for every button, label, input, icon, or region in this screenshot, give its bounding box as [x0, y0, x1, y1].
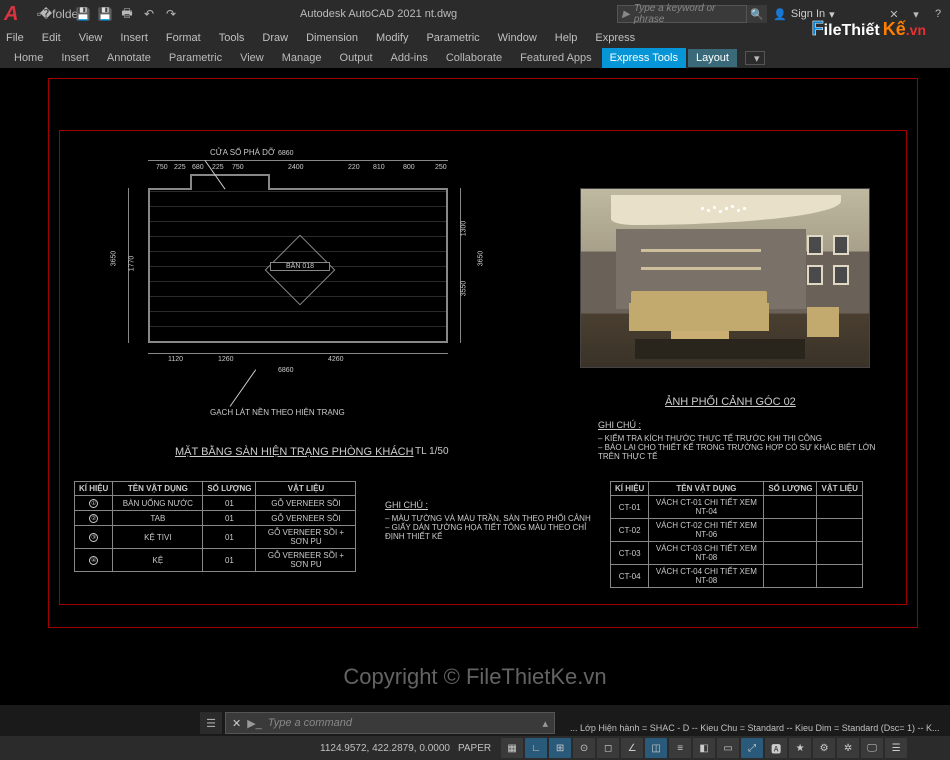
grid-icon[interactable]: ▦: [501, 738, 523, 758]
menu-format[interactable]: Format: [166, 32, 201, 44]
search-input[interactable]: ▶Type a keyword or phrase: [617, 5, 747, 23]
menu-help[interactable]: Help: [555, 32, 578, 44]
ribbon-tabs: Home Insert Annotate Parametric View Man…: [0, 48, 950, 68]
3dosnap-icon[interactable]: ∠: [621, 738, 643, 758]
menu-window[interactable]: Window: [498, 32, 537, 44]
tab-collaborate[interactable]: Collaborate: [438, 52, 510, 64]
otrack-icon[interactable]: ◫: [645, 738, 667, 758]
drawing-title: MẶT BẰNG SÀN HIỆN TRẠNG PHÒNG KHÁCH: [175, 446, 414, 458]
open-icon[interactable]: �folder: [52, 5, 70, 23]
transparency-icon[interactable]: ◧: [693, 738, 715, 758]
menu-dimension[interactable]: Dimension: [306, 32, 358, 44]
table-row: ④KỆ01GỖ VERNEER SỒI + SƠN PU: [75, 549, 356, 572]
menu-draw[interactable]: Draw: [262, 32, 288, 44]
notes-right: GHI CHÚ : – KIỂM TRA KÍCH THƯỚC THỰC TẾ …: [598, 420, 898, 461]
notes-mid: GHI CHÚ : – MÀU TƯỜNG VÀ MÀU TRẦN, SÀN T…: [385, 500, 605, 541]
saveas-icon[interactable]: 💾: [96, 5, 114, 23]
menu-tools[interactable]: Tools: [219, 32, 245, 44]
table-row: ①BÀN UỐNG NƯỚC01GỖ VERNEER SỒI: [75, 496, 356, 511]
customize-icon[interactable]: ☰: [885, 738, 907, 758]
table-row: CT-02VÁCH CT-02 CHI TIẾT XEM NT-06: [611, 519, 863, 542]
dim-value: 6860: [278, 150, 294, 157]
schedule-table-right: KÍ HIỆUTÊN VẬT DỤNGSỐ LƯỢNGVẬT LIỆU CT-0…: [610, 481, 863, 588]
redo-icon[interactable]: ↷: [162, 5, 180, 23]
drawing-scale: TL 1/50: [415, 446, 449, 457]
table-row: ②TAB01GỖ VERNEER SỒI: [75, 511, 356, 526]
tab-output[interactable]: Output: [332, 52, 381, 64]
leader-tile: GẠCH LÁT NỀN THEO HIỆN TRẠNG: [210, 408, 345, 417]
tab-featured-apps[interactable]: Featured Apps: [512, 52, 600, 64]
menu-edit[interactable]: Edit: [42, 32, 61, 44]
tab-home[interactable]: Home: [6, 52, 51, 64]
table-row: ③KỆ TIVI01GỖ VERNEER SỒI + SƠN PU: [75, 526, 356, 549]
menu-insert[interactable]: Insert: [120, 32, 148, 44]
status-toggles: ▦ ∟ ⊞ ⊙ ◻ ∠ ◫ ≡ ◧ ▭ ⤢ 🅰 ★ ⚙ ✲ 🖵 ☰: [501, 738, 907, 758]
monitor-icon[interactable]: 🖵: [861, 738, 883, 758]
leader-window: CỬA SỔ PHÁ DỠ: [210, 148, 275, 157]
user-icon: 👤: [773, 8, 787, 21]
workspace-icon[interactable]: ✲: [837, 738, 859, 758]
osnap-icon[interactable]: ◻: [597, 738, 619, 758]
help-icon[interactable]: ?: [930, 6, 946, 22]
tab-manage[interactable]: Manage: [274, 52, 330, 64]
anno-icon[interactable]: 🅰: [765, 738, 787, 758]
menu-express[interactable]: Express: [595, 32, 635, 44]
table-row: CT-01VÁCH CT-01 CHI TIẾT XEM NT-04: [611, 496, 863, 519]
save-icon[interactable]: 💾: [74, 5, 92, 23]
menu-parametric[interactable]: Parametric: [426, 32, 479, 44]
snap-icon[interactable]: ∟: [525, 738, 547, 758]
render-preview: [580, 188, 870, 368]
command-input[interactable]: Type a command: [268, 717, 543, 729]
ortho-icon[interactable]: ⊞: [549, 738, 571, 758]
ribbon-dropdown-icon[interactable]: ▾: [745, 51, 765, 65]
tab-insert[interactable]: Insert: [53, 52, 97, 64]
floor-plan: BÀN 018 6860 750 225 680 225 750 2400 22…: [138, 170, 458, 360]
drawing-canvas[interactable]: BÀN 018 6860 750 225 680 225 750 2400 22…: [0, 68, 950, 705]
undo-icon[interactable]: ↶: [140, 5, 158, 23]
app-title: Autodesk AutoCAD 2021 nt.dwg: [300, 8, 457, 20]
tab-view[interactable]: View: [232, 52, 272, 64]
scale-icon[interactable]: ⤢: [741, 738, 763, 758]
tab-annotate[interactable]: Annotate: [99, 52, 159, 64]
layer-status-text: ... Lớp Hiện hành = SHAC - D -- Kieu Chu…: [570, 723, 942, 733]
tab-express-tools[interactable]: Express Tools: [602, 48, 686, 68]
close-icon[interactable]: ✕: [232, 717, 241, 730]
paper-label[interactable]: PAPER: [458, 743, 491, 754]
gear-icon[interactable]: ⚙: [813, 738, 835, 758]
units-icon[interactable]: ★: [789, 738, 811, 758]
cmd-history-icon[interactable]: ☰: [200, 712, 222, 734]
tab-parametric[interactable]: Parametric: [161, 52, 230, 64]
menu-view[interactable]: View: [79, 32, 103, 44]
coords-readout: 1124.9572, 422.2879, 0.0000: [320, 743, 450, 754]
tab-addins[interactable]: Add-ins: [383, 52, 436, 64]
prompt-icon: ▶_: [247, 717, 262, 730]
schedule-table-left: KÍ HIỆUTÊN VẬT DỤNGSỐ LƯỢNGVẬT LIỆU ①BÀN…: [74, 481, 356, 572]
plot-icon[interactable]: 🖶: [118, 5, 136, 23]
selection-icon[interactable]: ▭: [717, 738, 739, 758]
table-row: CT-04VÁCH CT-04 CHI TIẾT XEM NT-08: [611, 565, 863, 588]
menu-bar: File Edit View Insert Format Tools Draw …: [0, 28, 950, 48]
lineweight-icon[interactable]: ≡: [669, 738, 691, 758]
menu-file[interactable]: File: [6, 32, 24, 44]
command-line[interactable]: ✕ ▶_ Type a command ▴: [225, 712, 555, 734]
autocad-logo-icon: A: [4, 3, 26, 25]
status-bar: 1124.9572, 422.2879, 0.0000 PAPER ▦ ∟ ⊞ …: [0, 736, 950, 760]
search-button-icon[interactable]: 🔍: [747, 5, 767, 23]
table-row: CT-03VÁCH CT-03 CHI TIẾT XEM NT-08: [611, 542, 863, 565]
title-bar: A ▫ �folder 💾 💾 🖶 ↶ ↷ Autodesk AutoCAD 2…: [0, 0, 950, 28]
watermark-logo: FileThiết Kế.vn: [811, 18, 926, 41]
render-title: ẢNH PHỐI CẢNH GÓC 02: [665, 396, 796, 408]
chevron-up-icon[interactable]: ▴: [542, 717, 548, 730]
dim-line: [148, 160, 448, 161]
tab-layout[interactable]: Layout: [688, 49, 737, 67]
menu-modify[interactable]: Modify: [376, 32, 408, 44]
polar-icon[interactable]: ⊙: [573, 738, 595, 758]
center-label: BÀN 018: [270, 262, 330, 271]
room-outline: BÀN 018: [148, 188, 448, 343]
